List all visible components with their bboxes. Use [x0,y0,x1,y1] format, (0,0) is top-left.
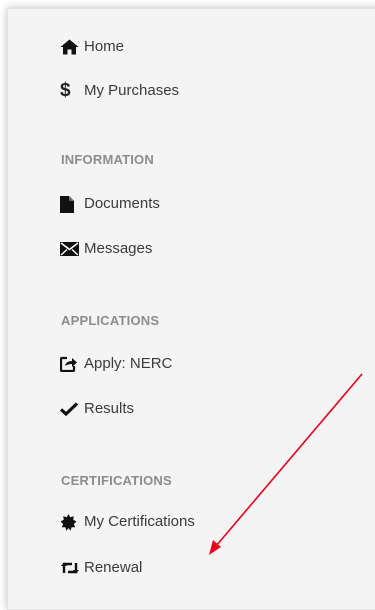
sidebar-item-label: Home [84,38,125,55]
sidebar-item-label: Renewal [84,559,143,576]
check-icon [60,400,80,418]
sidebar-item-messages[interactable]: Messages [60,236,152,262]
sidebar-item-label: My Certifications [84,513,195,530]
sidebar-item-home[interactable]: Home [60,34,124,60]
sidebar-item-label: Apply: NERC [84,355,173,372]
share-icon [60,355,80,373]
section-header-certifications: CERTIFICATIONS [61,473,172,488]
home-icon [60,38,80,56]
document-icon [60,195,80,213]
sidebar-item-renewal[interactable]: Renewal [60,555,142,581]
sidebar-item-label: Results [84,400,135,417]
sidebar-item-documents[interactable]: Documents [60,191,160,217]
dollar-icon: $ [60,80,71,101]
envelope-icon [60,240,80,258]
sidebar-item-label: Documents [84,195,160,212]
sidebar-item-label: Messages [84,240,153,257]
retweet-icon [60,559,80,577]
section-header-information: INFORMATION [61,152,154,167]
certificate-icon [60,513,80,531]
sidebar-item-label: My Purchases [84,82,180,99]
sidebar-item-my-certifications[interactable]: My Certifications [60,509,195,535]
screenshot-frame: Home $ My Purchases INFORMATION Document… [0,0,375,610]
sidebar-item-my-purchases[interactable]: $ My Purchases [60,78,179,104]
sidebar-item-results[interactable]: Results [60,396,134,422]
sidebar-item-apply-nerc[interactable]: Apply: NERC [60,351,172,377]
section-header-applications: APPLICATIONS [61,313,160,328]
